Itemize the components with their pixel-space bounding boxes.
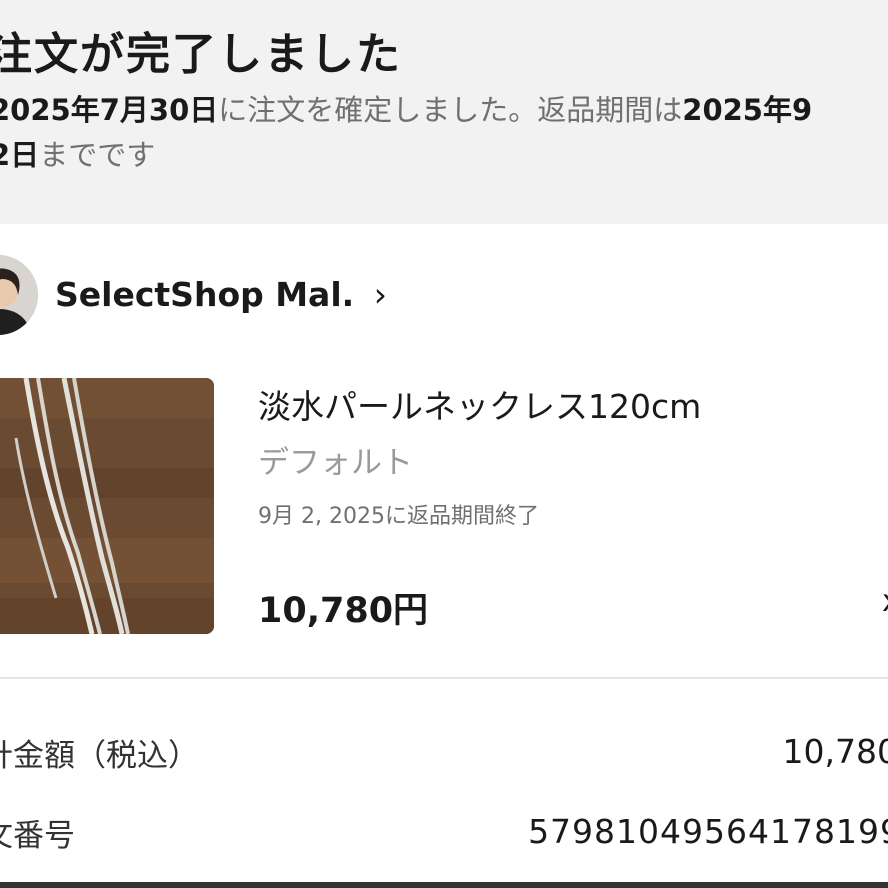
return-end-date-part1: 2025年9 xyxy=(682,93,813,127)
return-end-date-part2: 2日 xyxy=(0,138,40,172)
order-number-label: 文番号 xyxy=(0,818,75,854)
product-quantity: x xyxy=(882,584,888,619)
product-variant: デフォルト xyxy=(258,445,413,481)
shop-row[interactable]: SelectShop Mal. › xyxy=(0,255,888,335)
chevron-right-icon: › xyxy=(373,275,387,314)
product-name[interactable]: 淡水パールネックレス120cm xyxy=(258,380,701,428)
order-summary-text: 2025年7月30日に注文を確定しました。返品期間は2025年9 2日までです xyxy=(0,88,888,178)
bottom-edge xyxy=(0,882,888,888)
total-amount-label: 計金額（税込） xyxy=(0,738,199,774)
shop-name: SelectShop Mal. xyxy=(55,275,355,314)
shop-name-link[interactable]: SelectShop Mal. › xyxy=(55,275,387,314)
summary-tail-text: までです xyxy=(39,138,156,172)
product-image[interactable] xyxy=(0,378,214,634)
order-number-value[interactable]: 57981049564178199 xyxy=(528,812,888,851)
order-confirmation-header: 注文が完了しました 2025年7月30日に注文を確定しました。返品期間は2025… xyxy=(0,0,888,224)
section-divider xyxy=(0,677,888,679)
shop-avatar xyxy=(0,255,38,335)
product-price: 10,780円 xyxy=(258,591,429,631)
return-deadline-note: 9月 2, 2025に返品期間終了 xyxy=(258,504,539,529)
summary-mid-text: に注文を確定しました。返品期間は xyxy=(218,93,683,127)
total-amount-value: 10,780 xyxy=(782,732,888,771)
order-date: 2025年7月30日 xyxy=(0,93,219,127)
page-title: 注文が完了しました xyxy=(0,29,402,80)
